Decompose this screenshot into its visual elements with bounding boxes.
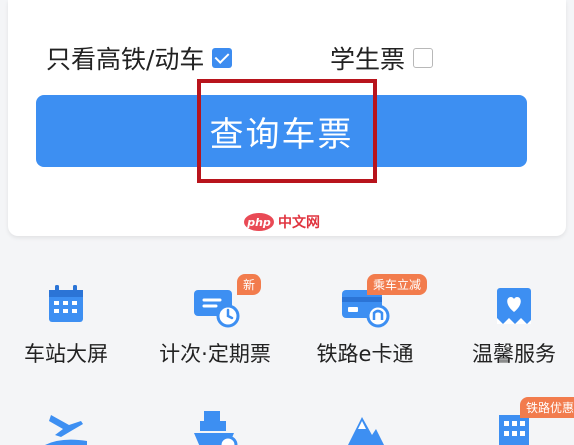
service-label: 计次·定期票	[159, 342, 271, 366]
service-air-rail[interactable]	[0, 405, 136, 445]
watermark-logo: php	[244, 213, 274, 231]
service-ship[interactable]	[145, 405, 285, 445]
high-speed-only-checkbox[interactable]	[212, 48, 233, 68]
discount-badge: 乘车立减	[367, 274, 428, 295]
mountain-icon	[340, 405, 390, 445]
student-ticket-checkbox[interactable]	[413, 48, 434, 68]
ship-icon	[190, 405, 240, 445]
high-speed-only-option[interactable]: 只看高铁/动车	[46, 40, 233, 76]
student-ticket-label: 学生票	[330, 45, 406, 74]
heart-bag-icon	[489, 280, 539, 330]
service-railway-offers[interactable]: 铁路优惠	[444, 397, 574, 445]
student-ticket-option[interactable]: 学生票	[330, 40, 434, 76]
ticket-clock-icon	[190, 280, 240, 330]
highlight-annotation-box	[197, 79, 377, 183]
service-warm-service[interactable]: 温馨服务	[444, 280, 574, 368]
watermark-text: 中文网	[278, 215, 320, 231]
service-railway-ecard[interactable]: 乘车立减 铁路e卡通	[295, 274, 435, 368]
service-periodic-ticket[interactable]: 新 计次·定期票	[145, 274, 285, 368]
calendar-icon	[41, 280, 91, 330]
watermark: php 中文网	[244, 212, 320, 232]
service-label: 温馨服务	[472, 342, 556, 366]
service-label: 铁路e卡通	[316, 342, 414, 366]
plane-train-icon	[41, 405, 91, 445]
service-station-screen[interactable]: 车站大屏	[0, 280, 136, 368]
high-speed-only-label: 只看高铁/动车	[46, 45, 205, 74]
service-tourism[interactable]	[295, 405, 435, 445]
new-badge: 新	[237, 274, 262, 295]
railway-offer-badge: 铁路优惠	[520, 397, 574, 418]
service-label: 车站大屏	[24, 342, 108, 366]
